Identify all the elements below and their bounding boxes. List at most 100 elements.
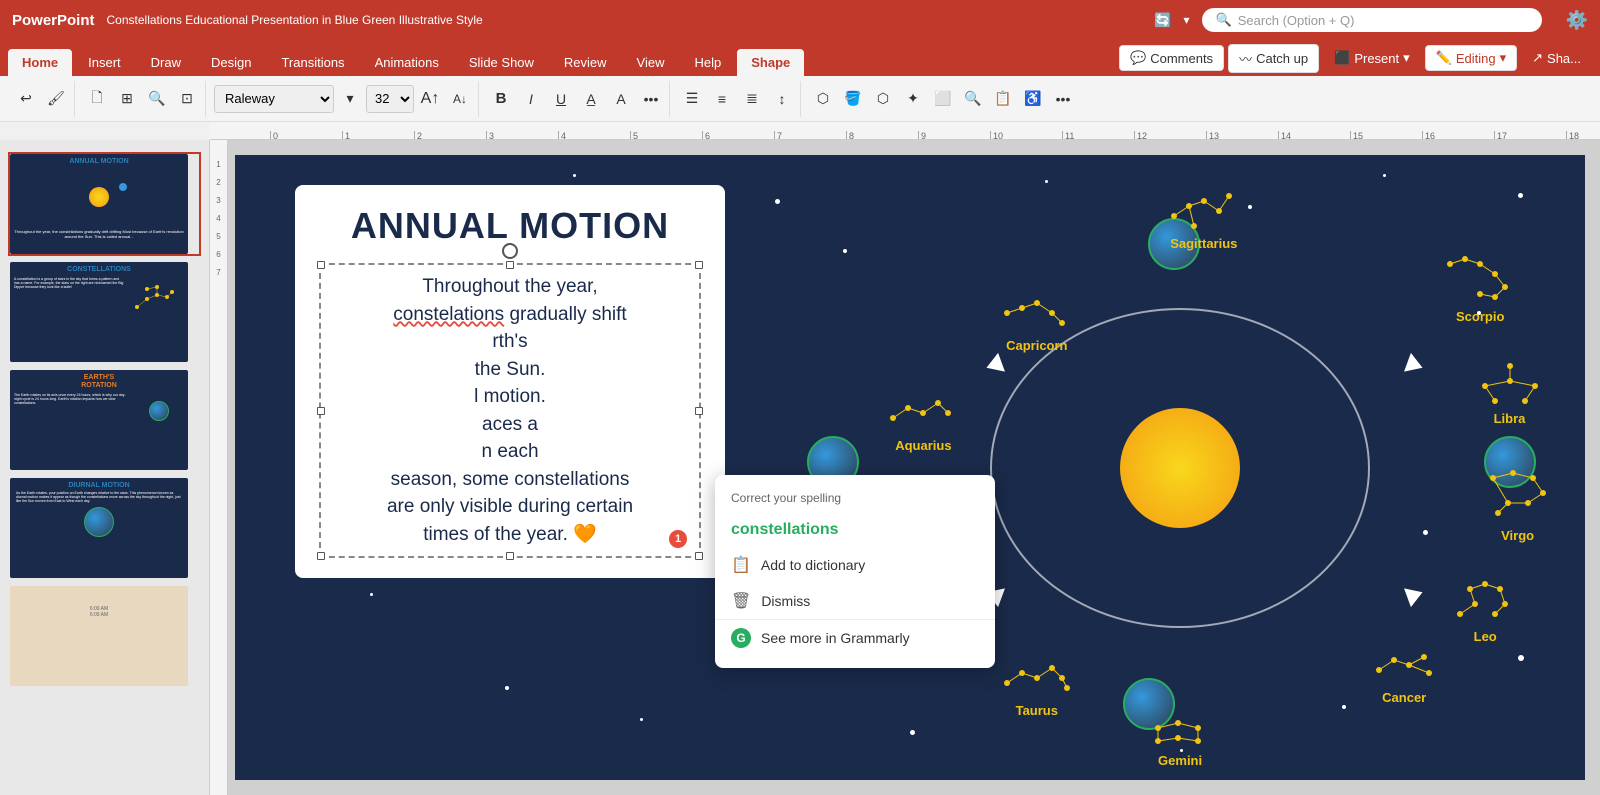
tab-insert[interactable]: Insert	[74, 49, 135, 76]
italic-button[interactable]: I	[517, 85, 545, 113]
handle-br[interactable]	[695, 552, 703, 560]
text-align-button[interactable]: ≣	[738, 85, 766, 113]
sagittarius-area: Sagittarius	[1164, 186, 1244, 251]
line-spacing-button[interactable]: ↕	[768, 85, 796, 113]
handle-mr[interactable]	[695, 407, 703, 415]
comments-icon: 💬	[1130, 50, 1146, 66]
numbered-list-button[interactable]: ≡	[708, 85, 736, 113]
font-size-select[interactable]: 32	[366, 85, 414, 113]
slide-title: ANNUAL MOTION	[319, 205, 701, 247]
present-button[interactable]: ⬛ Present ▾	[1323, 45, 1421, 71]
slide-thumb-4[interactable]: DIURNAL MOTION As the Earth rotates, you…	[8, 476, 201, 580]
border-button[interactable]: ⬡	[869, 85, 897, 113]
editing-button[interactable]: ✏️ Editing ▾	[1425, 45, 1517, 71]
search-box[interactable]: 🔍 Search (Option + Q)	[1202, 8, 1542, 32]
tab-shape[interactable]: Shape	[737, 49, 804, 76]
tab-review[interactable]: Review	[550, 49, 621, 76]
bullet-list-button[interactable]: ☰	[678, 85, 706, 113]
spell-suggestion[interactable]: constellations	[715, 513, 995, 547]
editing-label: Editing	[1456, 51, 1496, 66]
dismiss-option[interactable]: 🗑 Dismiss	[715, 583, 995, 619]
sync-icon[interactable]: 🔄	[1154, 12, 1171, 29]
more-toolbar-button[interactable]: •••	[1049, 85, 1077, 113]
highlight-button[interactable]: A̲	[577, 85, 605, 113]
toolbar-group-style: B I U A̲ A •••	[483, 81, 670, 117]
toolbar-group-font: Raleway ▾ 32 A↑ A↓	[210, 81, 479, 117]
fit-button[interactable]: ⊡	[173, 85, 201, 113]
shapes-button[interactable]: ⬡	[809, 85, 837, 113]
spell-header-text: Correct your spelling	[731, 491, 841, 505]
grammarly-option[interactable]: G See more in Grammarly	[715, 619, 995, 656]
effects-button[interactable]: ✦	[899, 85, 927, 113]
handle-bc[interactable]	[506, 552, 514, 560]
clipboard-button[interactable]: 📋	[989, 85, 1017, 113]
constellation-area: Sagittarius Capricorn	[775, 155, 1585, 780]
zoom-button[interactable]: 🔍	[143, 85, 171, 113]
catchup-label: Catch up	[1256, 51, 1308, 66]
action-buttons: 💬 Comments 〰 Catch up ⬛ Present ▾ ✏️ Edi…	[1111, 40, 1600, 76]
arrange-button[interactable]: ⬜	[929, 85, 957, 113]
search-replace-button[interactable]: 🔍	[959, 85, 987, 113]
handle-bl[interactable]	[317, 552, 325, 560]
tab-draw[interactable]: Draw	[137, 49, 195, 76]
new-slide-button[interactable]: 🗋	[83, 85, 111, 113]
slide-thumb-3[interactable]: EARTH'SROTATION The Earth rotates on its…	[8, 368, 201, 472]
more-styles-button[interactable]: •••	[637, 85, 665, 113]
share-icon: ↗	[1532, 50, 1543, 66]
font-family-select[interactable]: Raleway	[214, 85, 334, 113]
gemini-stars	[1148, 713, 1213, 748]
view-button[interactable]: ⊞	[113, 85, 141, 113]
handle-tr[interactable]	[695, 261, 703, 269]
format-painter-button[interactable]: 🖌	[42, 85, 70, 113]
slide-thumb-2[interactable]: CONSTELLATIONS A constellation is a grou…	[8, 260, 201, 364]
tab-help[interactable]: Help	[681, 49, 736, 76]
aquarius-label: Aquarius	[888, 438, 958, 453]
toolbar-group-insert: ⬡ 🪣 ⬡ ✦ ⬜ 🔍 📋 ♿ •••	[805, 81, 1081, 117]
handle-tl[interactable]	[317, 261, 325, 269]
font-color-button[interactable]: A	[607, 85, 635, 113]
comment-badge[interactable]: 1	[669, 530, 687, 548]
tab-slideshow[interactable]: Slide Show	[455, 49, 548, 76]
capricorn-area: Capricorn	[1002, 293, 1072, 353]
text-selection-box[interactable]: Throughout the year, constelations gradu…	[319, 263, 701, 558]
misspelled-word: constelations	[393, 304, 504, 325]
dropdown-icon[interactable]: ▾	[1184, 13, 1190, 27]
tab-view[interactable]: View	[623, 49, 679, 76]
slide-thumb-1[interactable]: ANNUAL MOTION Throughout the year, the c…	[8, 152, 201, 256]
tab-animations[interactable]: Animations	[361, 49, 453, 76]
capricorn-label: Capricorn	[1002, 338, 1072, 353]
taurus-area: Taurus	[1002, 658, 1072, 718]
search-placeholder: Search (Option + Q)	[1238, 13, 1355, 28]
underline-button[interactable]: U	[547, 85, 575, 113]
dismiss-label: Dismiss	[761, 593, 810, 609]
handle-ml[interactable]	[317, 407, 325, 415]
increase-font-button[interactable]: A↑	[416, 85, 444, 113]
add-to-dictionary-option[interactable]: 📋 Add to dictionary	[715, 547, 995, 583]
accessibility-button[interactable]: ♿	[1019, 85, 1047, 113]
fill-button[interactable]: 🪣	[839, 85, 867, 113]
slide-body-text: Throughout the year, constelations gradu…	[329, 273, 691, 548]
tab-home[interactable]: Home	[8, 49, 72, 76]
doc-title: Constellations Educational Presentation …	[107, 13, 1143, 27]
editing-icon: ✏️	[1436, 50, 1452, 66]
decrease-font-button[interactable]: A↓	[446, 85, 474, 113]
leo-stars	[1450, 574, 1520, 624]
undo-button[interactable]: ↩	[12, 85, 40, 113]
present-dropdown-icon[interactable]: ▾	[1403, 50, 1410, 66]
comments-button[interactable]: 💬 Comments	[1119, 45, 1224, 71]
tab-design[interactable]: Design	[197, 49, 265, 76]
font-dropdown-icon[interactable]: ▾	[336, 85, 364, 113]
catchup-button[interactable]: 〰 Catch up	[1228, 44, 1319, 73]
handle-tc[interactable]	[506, 261, 514, 269]
tab-transitions[interactable]: Transitions	[267, 49, 358, 76]
gemini-label: Gemini	[1148, 753, 1213, 768]
canvas-area: 1234567 ANNUA	[210, 140, 1600, 795]
share-button[interactable]: ↗ Sha...	[1521, 45, 1592, 71]
rotate-handle[interactable]	[502, 243, 518, 259]
editing-dropdown-icon[interactable]: ▾	[1500, 50, 1507, 66]
scorpio-stars	[1440, 249, 1520, 304]
bold-button[interactable]: B	[487, 85, 515, 113]
settings-icon[interactable]: ⚙️	[1566, 10, 1588, 31]
slide-thumb-5[interactable]: 6:09 AM 6:09 AM	[8, 584, 201, 688]
gemini-area: Gemini	[1148, 713, 1213, 768]
